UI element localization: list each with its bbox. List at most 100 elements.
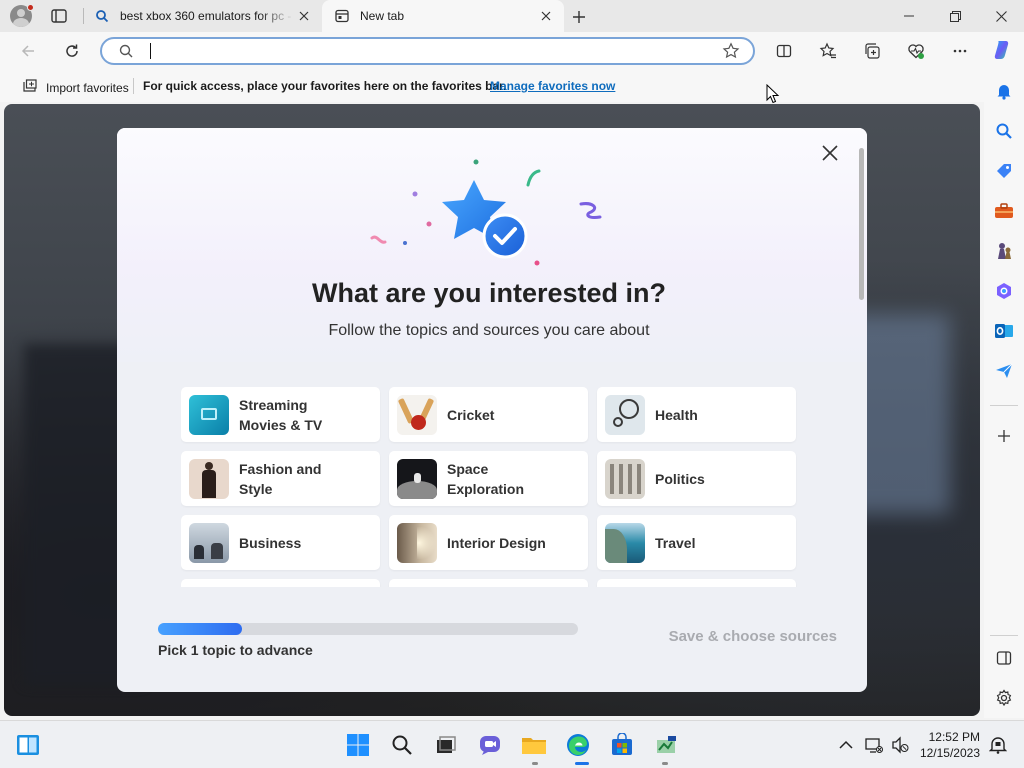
topic-card-cricket[interactable]: Cricket — [389, 387, 588, 442]
notification-center-icon[interactable] — [984, 731, 1012, 759]
favorites-button[interactable] — [814, 37, 842, 65]
system-clock[interactable]: 12:52 PM 12/15/2023 — [916, 729, 980, 761]
chat-teams-icon[interactable] — [476, 731, 504, 759]
taskbar-search-icon[interactable] — [388, 731, 416, 759]
topic-label: Politics — [655, 470, 705, 487]
cricket-thumb-icon — [397, 394, 437, 435]
notifications-bell-icon[interactable] — [991, 78, 1017, 104]
close-window-button[interactable] — [978, 0, 1024, 32]
file-explorer-icon[interactable] — [520, 731, 548, 759]
space-thumb-icon — [397, 458, 437, 499]
address-bar[interactable] — [100, 37, 755, 65]
fashion-thumb-icon — [189, 458, 229, 499]
topic-label-line2: Exploration — [447, 480, 525, 497]
topic-card-business[interactable]: Business — [181, 515, 380, 570]
start-windows-icon[interactable] — [344, 731, 372, 759]
topic-label: Space — [447, 460, 489, 477]
search-icon — [118, 43, 134, 64]
topic-card-travel[interactable]: Travel — [597, 515, 796, 570]
topic-card-space[interactable]: Space Exploration — [389, 451, 588, 506]
favorites-separator — [133, 78, 134, 94]
widgets-icon[interactable] — [14, 731, 42, 759]
favorite-star-icon[interactable] — [722, 42, 740, 65]
tab-label: best xbox 360 emulators for pc - — [120, 9, 292, 23]
refresh-button[interactable] — [58, 37, 86, 65]
sidebar-separator — [990, 635, 1018, 636]
games-chess-icon[interactable] — [991, 238, 1017, 264]
topic-label: Business — [239, 534, 302, 551]
travel-thumb-icon — [605, 522, 645, 563]
tools-briefcase-icon[interactable] — [991, 198, 1017, 224]
topic-card-interior-design[interactable]: Interior Design — [389, 515, 588, 570]
microsoft-store-icon[interactable] — [608, 731, 636, 759]
favorites-bar-message: For quick access, place your favorites h… — [143, 79, 507, 93]
shopping-tag-icon[interactable] — [991, 158, 1017, 184]
new-tab-button[interactable] — [568, 6, 590, 28]
back-button[interactable] — [14, 37, 42, 65]
topic-label: Health — [655, 406, 698, 423]
app-window-icon[interactable] — [652, 731, 680, 759]
save-choose-sources-button[interactable]: Save & choose sources — [637, 628, 837, 652]
hide-sidebar-icon[interactable] — [991, 645, 1017, 671]
split-screen-button[interactable] — [770, 37, 798, 65]
close-dialog-button[interactable] — [817, 140, 843, 166]
sidebar-separator — [990, 405, 1018, 406]
progress-fill — [158, 623, 242, 635]
dialog-subtitle: Follow the topics and sources you care a… — [328, 322, 650, 339]
search-sidebar-icon[interactable] — [991, 118, 1017, 144]
show-hidden-icons-chevron-icon[interactable] — [832, 731, 860, 759]
topic-card-partial[interactable] — [389, 579, 588, 587]
drop-send-icon[interactable] — [991, 358, 1017, 384]
topic-grid: Streaming Movies & TV Cricket Health Fas… — [181, 387, 801, 587]
tab-actions-icon[interactable] — [50, 7, 68, 25]
collections-button[interactable] — [858, 37, 886, 65]
copilot-icon[interactable] — [988, 36, 1016, 64]
microsoft-365-icon[interactable] — [991, 278, 1017, 304]
active-indicator — [575, 762, 589, 765]
notification-dot — [27, 4, 34, 11]
outlook-icon[interactable] — [991, 318, 1017, 344]
edge-sidebar — [984, 70, 1024, 718]
text-caret — [150, 43, 151, 59]
interests-dialog: What are you interested in? Follow the t… — [117, 128, 867, 692]
running-indicator — [662, 762, 668, 765]
close-tab-icon[interactable] — [294, 6, 314, 26]
topic-label: Fashion and — [239, 460, 322, 477]
business-thumb-icon — [189, 522, 229, 563]
close-tab-icon[interactable] — [536, 6, 556, 26]
volume-muted-icon[interactable] — [886, 731, 914, 759]
tab-separator — [83, 8, 84, 24]
address-input[interactable] — [150, 42, 710, 60]
streaming-thumb-icon — [189, 394, 229, 435]
import-icon — [22, 78, 38, 97]
tab-label: New tab — [360, 9, 405, 23]
manage-favorites-link[interactable]: Manage favorites now — [490, 79, 615, 93]
topic-card-fashion[interactable]: Fashion and Style — [181, 451, 380, 506]
import-favorites-button[interactable]: Import favorites — [14, 78, 129, 97]
newtab-page-icon — [334, 8, 350, 24]
health-thumb-icon — [605, 394, 645, 435]
running-indicator — [532, 762, 538, 765]
topic-label: Cricket — [447, 406, 495, 423]
topic-card-partial[interactable] — [597, 579, 796, 587]
progress-label: Pick 1 topic to advance — [158, 642, 313, 658]
tab-new-tab[interactable]: New tab — [322, 0, 564, 32]
topic-card-partial[interactable] — [181, 579, 380, 587]
topic-card-politics[interactable]: Politics — [597, 451, 796, 506]
topic-card-streaming[interactable]: Streaming Movies & TV — [181, 387, 380, 442]
edge-browser-icon[interactable] — [564, 731, 592, 759]
minimize-button[interactable] — [886, 0, 932, 32]
add-sidebar-app-icon[interactable] — [991, 423, 1017, 449]
tab-search-results[interactable]: best xbox 360 emulators for pc - — [86, 0, 322, 32]
topic-card-health[interactable]: Health — [597, 387, 796, 442]
sidebar-settings-gear-icon[interactable] — [991, 685, 1017, 711]
task-view-icon[interactable] — [432, 731, 460, 759]
more-options-button[interactable] — [946, 37, 974, 65]
search-icon — [94, 8, 110, 24]
browser-essentials-button[interactable] — [902, 37, 930, 65]
topic-label: Travel — [655, 534, 696, 551]
politics-thumb-icon — [605, 458, 645, 499]
network-icon[interactable] — [860, 731, 888, 759]
restore-button[interactable] — [932, 0, 978, 32]
progress-track — [158, 623, 578, 635]
